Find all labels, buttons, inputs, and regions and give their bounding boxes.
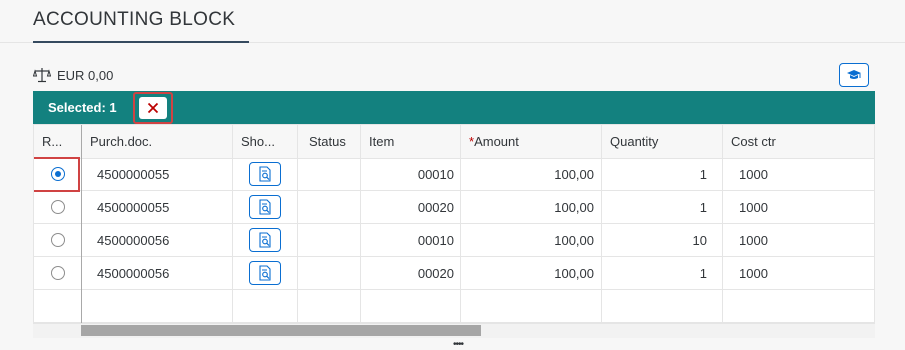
table-row[interactable]: 4500000055 00010 100,00 1 1000 [34,157,874,192]
quantity-cell: 10 [692,233,707,248]
empty-table-row [34,290,874,323]
row-radio-button[interactable] [51,167,65,181]
clear-selection-button[interactable] [133,92,173,124]
show-document-button[interactable] [249,261,281,285]
purch-doc-cell: 4500000055 [97,167,170,182]
column-divider [360,125,361,323]
row-radio-button[interactable] [51,266,65,280]
item-cell: 00020 [417,266,454,281]
purch-doc-cell: 4500000056 [97,266,170,281]
status-cell [298,158,360,191]
quantity-cell: 1 [699,200,707,215]
scrollbar-thumb[interactable] [81,325,481,336]
fixed-column-divider [81,125,82,323]
col-header-status[interactable]: Status [298,125,360,158]
item-cell: 00010 [417,167,454,182]
page-title: ACCOUNTING BLOCK [33,9,236,30]
column-divider [722,125,723,323]
help-button[interactable] [839,63,869,87]
document-search-icon [259,265,271,281]
document-search-icon [259,232,271,248]
cost-ctr-cell: 1000 [739,233,768,248]
column-divider [297,125,298,323]
row-radio-button[interactable] [51,200,65,214]
col-header-radio[interactable]: R... [34,125,81,158]
horizontal-scrollbar[interactable] [33,324,875,338]
show-document-button[interactable] [249,195,281,219]
status-cell [298,257,360,290]
col-header-cost-ctr[interactable]: Cost ctr [723,125,874,158]
scale-icon [33,68,51,83]
graduation-cap-icon [847,70,861,79]
row-radio-button[interactable] [51,233,65,247]
title-underline [33,41,249,43]
col-header-quantity[interactable]: Quantity [602,125,722,158]
balance-value: EUR 0,00 [57,67,114,83]
table-row[interactable]: 4500000056 00020 100,00 1 1000 [34,257,874,290]
show-document-button[interactable] [249,162,281,186]
table-row[interactable]: 4500000056 00010 100,00 10 1000 [34,224,874,257]
column-divider [232,125,233,323]
col-header-amount-label: Amount [474,134,519,149]
amount-cell: 100,00 [554,167,594,182]
selection-toolbar: Selected: 1 [33,91,875,124]
page-header: ACCOUNTING BLOCK [0,0,905,43]
table-header: R... Purch.doc. Sho... Status Item *Amou… [34,125,874,159]
cost-ctr-cell: 1000 [739,266,768,281]
amount-cell: 100,00 [554,200,594,215]
col-header-show[interactable]: Sho... [233,125,297,158]
amount-cell: 100,00 [554,266,594,281]
status-cell [298,224,360,257]
document-search-icon [259,166,271,182]
purch-doc-cell: 4500000056 [97,233,170,248]
status-cell [298,191,360,224]
document-search-icon [259,199,271,215]
cost-ctr-cell: 1000 [739,200,768,215]
column-divider [601,125,602,323]
quantity-cell: 1 [699,167,707,182]
quantity-cell: 1 [699,266,707,281]
selection-count: Selected: 1 [48,100,117,115]
col-header-amount[interactable]: *Amount [461,125,601,158]
show-document-button[interactable] [249,228,281,252]
col-header-item[interactable]: Item [361,125,461,158]
accounting-table: R... Purch.doc. Sho... Status Item *Amou… [33,124,875,324]
col-header-purch-doc[interactable]: Purch.doc. [82,125,232,158]
table-row[interactable]: 4500000055 00020 100,00 1 1000 [34,191,874,224]
balance-display: EUR 0,00 [33,66,113,84]
amount-cell: 100,00 [554,233,594,248]
close-icon [147,102,159,114]
cost-ctr-cell: 1000 [739,167,768,182]
item-cell: 00010 [417,233,454,248]
resize-grip-icon[interactable]: •••• [453,339,464,350]
column-divider [460,125,461,323]
purch-doc-cell: 4500000055 [97,200,170,215]
item-cell: 00020 [417,200,454,215]
